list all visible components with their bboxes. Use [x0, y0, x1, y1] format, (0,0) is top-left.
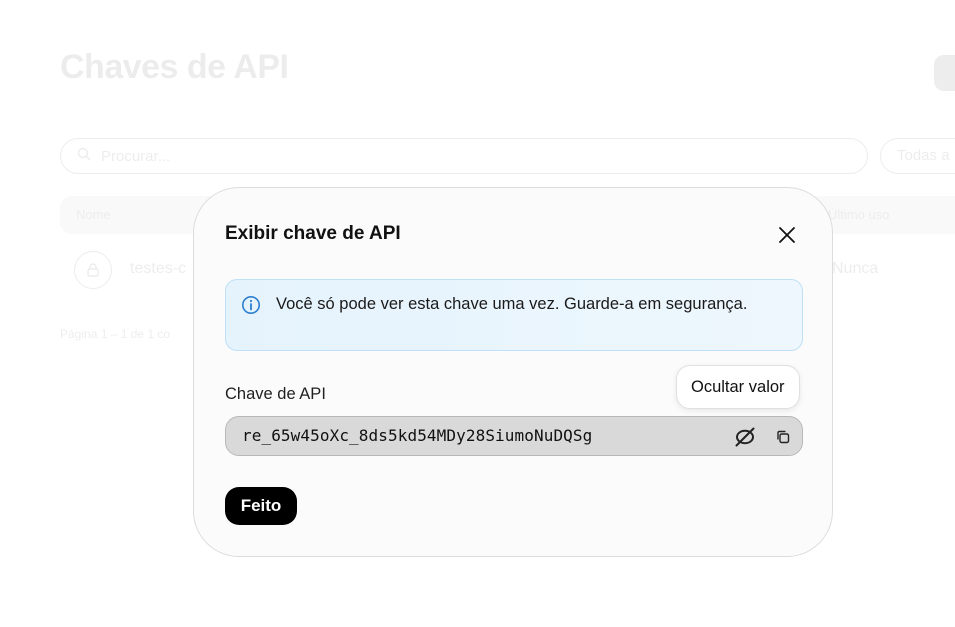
close-icon [779, 227, 795, 243]
search-placeholder: Procurar... [101, 147, 171, 165]
lock-icon [74, 251, 112, 289]
copy-icon [777, 430, 790, 444]
api-key-value[interactable]: re_65w45oXc_8ds5kd54MDy28SiumoNuDQSg [242, 426, 592, 445]
create-api-key-button [934, 55, 955, 91]
pagination-text: Página 1 – 1 de 1 co [60, 327, 171, 341]
copy-button[interactable] [770, 424, 796, 450]
eye-off-icon [735, 427, 755, 447]
info-callout: Você só pode ver esta chave uma vez. Gua… [225, 279, 803, 351]
table-row-last-use: Nunca [832, 260, 879, 277]
search-input: Procurar... [60, 138, 868, 174]
close-button[interactable] [774, 222, 800, 248]
dialog-title: Exibir chave de API [225, 223, 401, 244]
table-row-name: testes-c [130, 260, 187, 277]
page-title: Chaves de API [60, 48, 289, 86]
filter-select: Todas a [880, 138, 955, 174]
info-icon [242, 296, 260, 314]
done-button[interactable]: Feito [225, 487, 297, 525]
column-header-name: Nome [76, 207, 111, 222]
view-api-key-dialog: Exibir chave de API Você só pode ver est… [193, 187, 833, 557]
search-icon [77, 147, 91, 165]
api-key-label: Chave de API [225, 385, 326, 403]
info-message: Você só pode ver esta chave uma vez. Gua… [276, 295, 748, 313]
api-keys-page: Chaves de API Procurar... Todas a Nome Ú… [0, 0, 955, 627]
hide-value-tooltip: Ocultar valor [676, 365, 800, 409]
column-header-last-use: Último uso [828, 207, 890, 222]
api-key-field[interactable]: re_65w45oXc_8ds5kd54MDy28SiumoNuDQSg [225, 416, 803, 456]
hide-value-button[interactable] [732, 424, 758, 450]
